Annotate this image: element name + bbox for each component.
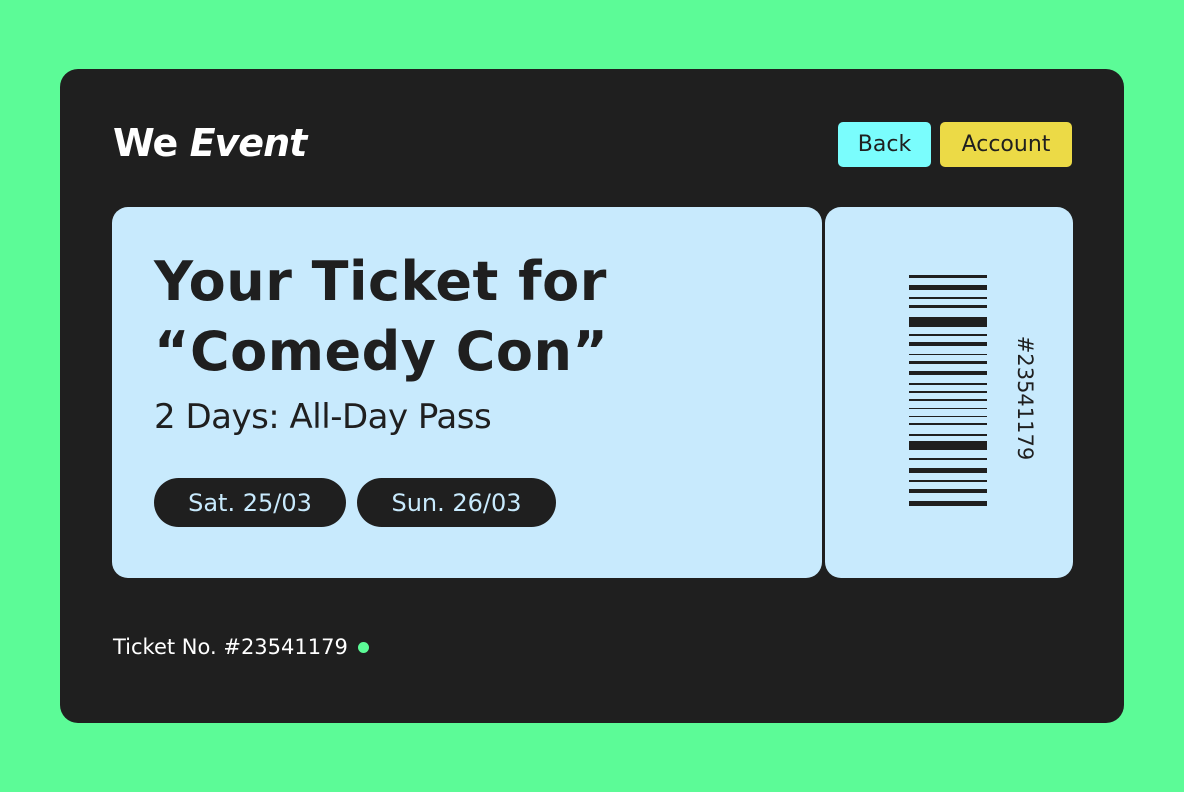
brand-word-we: We <box>113 121 178 165</box>
barcode-icon <box>909 275 987 506</box>
ticket-perforation <box>822 221 824 566</box>
account-button[interactable]: Account <box>940 122 1072 167</box>
ticket-subtitle: 2 Days: All-Day Pass <box>154 397 492 437</box>
stub-ticket-number-wrap: #23541179 <box>1008 333 1042 463</box>
ticket-title-line1: Your Ticket for <box>154 250 607 313</box>
date-badge-sunday: Sun. 26/03 <box>357 478 556 527</box>
back-button[interactable]: Back <box>838 122 931 167</box>
ticket-card: We Event Back Account Your Ticket for “C… <box>60 69 1124 723</box>
ticket-stub: #23541179 <box>825 207 1073 578</box>
ticket-main-panel: Your Ticket for “Comedy Con” 2 Days: All… <box>112 207 822 578</box>
status-dot-icon <box>357 641 369 653</box>
stub-ticket-number: #23541179 <box>1013 335 1037 461</box>
ticket-title-line2: “Comedy Con” <box>154 320 609 383</box>
brand-word-event: Event <box>189 121 308 165</box>
ticket-footer: Ticket No. #23541179 <box>113 635 369 659</box>
ticket-title: Your Ticket for “Comedy Con” <box>154 247 608 387</box>
date-badge-saturday: Sat. 25/03 <box>154 478 346 527</box>
brand-logo: We Event <box>113 121 308 165</box>
ticket-number-label: Ticket No. #23541179 <box>113 635 348 659</box>
